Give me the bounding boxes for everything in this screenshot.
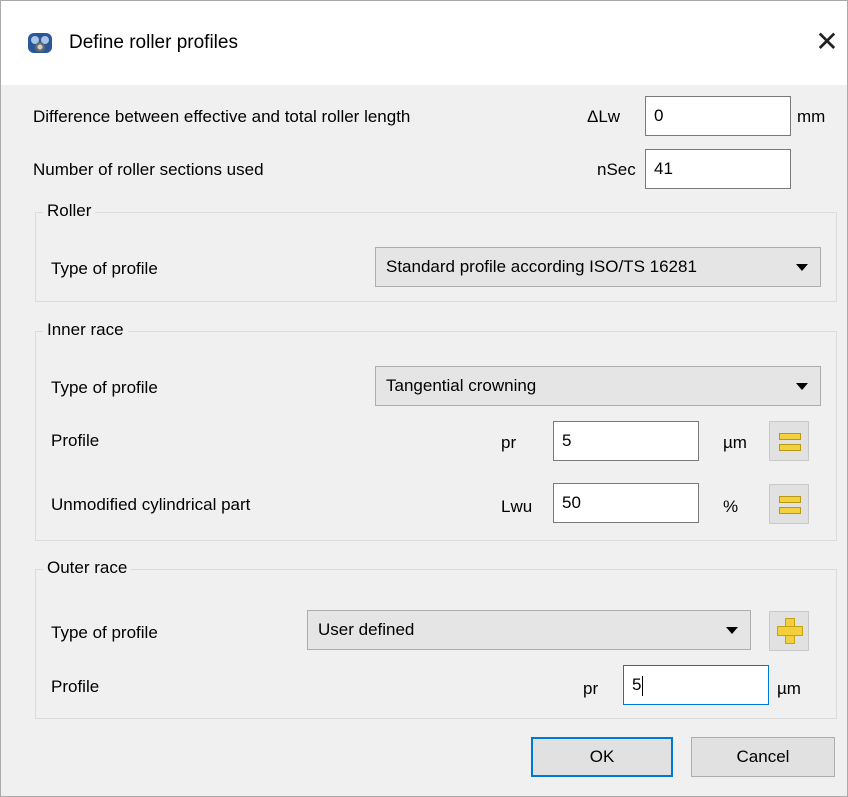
inner-race-group-title: Inner race bbox=[43, 320, 128, 340]
plus-icon-bar bbox=[777, 626, 803, 636]
define-roller-profiles-dialog: Define roller profiles ✕ Difference betw… bbox=[0, 0, 848, 797]
roller-type-label: Type of profile bbox=[51, 259, 158, 278]
length-diff-input[interactable]: 0 bbox=[645, 96, 791, 136]
close-icon: ✕ bbox=[815, 25, 839, 57]
outer-add-profile-button[interactable] bbox=[769, 611, 809, 651]
title-bar: Define roller profiles ✕ bbox=[1, 1, 847, 85]
equal-icon bbox=[779, 496, 801, 503]
inner-profile-symbol: pr bbox=[501, 433, 517, 452]
inner-cylindrical-input[interactable]: 50 bbox=[553, 483, 699, 523]
roller-group-title: Roller bbox=[43, 201, 96, 221]
outer-profile-value: 5 bbox=[632, 675, 642, 694]
close-button[interactable]: ✕ bbox=[809, 23, 845, 59]
ok-button[interactable]: OK bbox=[531, 737, 673, 777]
inner-profile-label: Profile bbox=[51, 431, 100, 450]
equal-icon bbox=[779, 433, 801, 440]
dialog-title: Define roller profiles bbox=[69, 32, 238, 53]
chevron-down-icon bbox=[796, 264, 808, 271]
bearing-app-icon bbox=[27, 31, 53, 55]
inner-cylindrical-label: Unmodified cylindrical part bbox=[51, 495, 251, 514]
inner-profile-unit: µm bbox=[723, 433, 747, 452]
sections-label: Number of roller sections used bbox=[33, 160, 264, 179]
inner-type-select[interactable]: Tangential crowning bbox=[375, 366, 821, 406]
text-caret bbox=[642, 675, 644, 696]
outer-race-group-title: Outer race bbox=[43, 558, 132, 578]
length-diff-unit: mm bbox=[797, 107, 826, 126]
outer-type-value: User defined bbox=[318, 620, 415, 639]
outer-type-label: Type of profile bbox=[51, 623, 158, 642]
outer-profile-label: Profile bbox=[51, 677, 100, 696]
inner-cylindrical-symbol: Lwu bbox=[501, 497, 533, 516]
inner-type-value: Tangential crowning bbox=[386, 376, 537, 395]
length-diff-label: Difference between effective and total r… bbox=[33, 107, 411, 126]
inner-profile-input[interactable]: 5 bbox=[553, 421, 699, 461]
roller-type-value: Standard profile according ISO/TS 16281 bbox=[386, 257, 697, 276]
sections-symbol: nSec bbox=[597, 160, 636, 179]
inner-cylindrical-equal-button[interactable] bbox=[769, 484, 809, 524]
outer-profile-symbol: pr bbox=[583, 679, 599, 698]
inner-type-label: Type of profile bbox=[51, 378, 158, 397]
outer-profile-input[interactable]: 5 bbox=[623, 665, 769, 705]
roller-type-select[interactable]: Standard profile according ISO/TS 16281 bbox=[375, 247, 821, 287]
cancel-button[interactable]: Cancel bbox=[691, 737, 835, 777]
inner-cylindrical-unit: % bbox=[723, 497, 739, 516]
chevron-down-icon bbox=[726, 627, 738, 634]
sections-input[interactable]: 41 bbox=[645, 149, 791, 189]
outer-type-select[interactable]: User defined bbox=[307, 610, 751, 650]
outer-profile-unit: µm bbox=[777, 679, 801, 698]
length-diff-symbol: ΔLw bbox=[587, 107, 621, 126]
equal-icon-bar bbox=[779, 444, 801, 451]
equal-icon-bar bbox=[779, 507, 801, 514]
inner-profile-equal-button[interactable] bbox=[769, 421, 809, 461]
chevron-down-icon bbox=[796, 383, 808, 390]
